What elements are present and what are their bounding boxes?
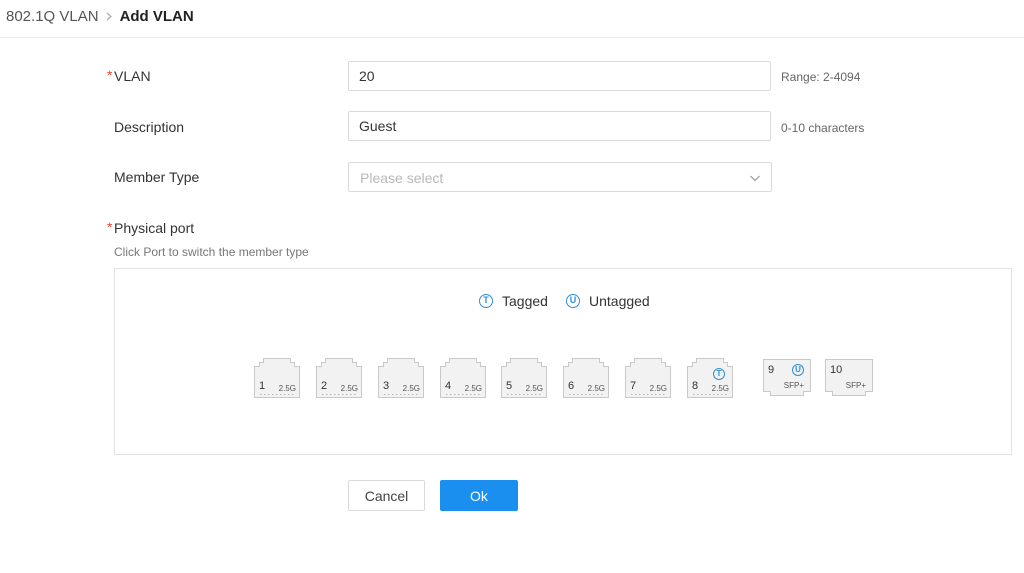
port-speed: SFP+ bbox=[783, 381, 804, 390]
legend-untagged: U Untagged bbox=[566, 293, 650, 309]
cancel-button[interactable]: Cancel bbox=[348, 480, 425, 511]
port-number: 5 bbox=[506, 380, 513, 392]
port-number: 3 bbox=[383, 380, 390, 392]
chevron-down-icon bbox=[749, 171, 761, 189]
member-type-select[interactable]: Please select bbox=[348, 162, 772, 192]
port-number: 4 bbox=[445, 380, 452, 392]
port-speed: 2.5G bbox=[278, 384, 296, 393]
port-number: 10 bbox=[830, 364, 843, 376]
required-mark: * bbox=[107, 67, 113, 83]
port-7[interactable]: 7 2.5G bbox=[625, 358, 671, 398]
page-title: Add VLAN bbox=[119, 7, 194, 25]
port-6[interactable]: 6 2.5G bbox=[563, 358, 609, 398]
port-number: 6 bbox=[568, 380, 575, 392]
physical-port-label: * Physical port bbox=[107, 219, 195, 236]
legend-tagged-label: Tagged bbox=[502, 293, 548, 309]
breadcrumb: 802.1Q VLAN Add VLAN bbox=[6, 5, 194, 27]
chevron-right-icon bbox=[106, 12, 112, 21]
port-speed: 2.5G bbox=[402, 384, 420, 393]
port-4[interactable]: 4 2.5G bbox=[440, 358, 486, 398]
description-length-hint: 0-10 characters bbox=[781, 121, 865, 135]
port-speed: SFP+ bbox=[845, 381, 866, 390]
port-speed: 2.5G bbox=[587, 384, 605, 393]
port-1[interactable]: 1 2.5G bbox=[254, 358, 300, 398]
vlan-label: * VLAN bbox=[107, 67, 151, 84]
port-5[interactable]: 5 2.5G bbox=[501, 358, 547, 398]
member-type-label: Member Type bbox=[114, 169, 200, 185]
port-3[interactable]: 3 2.5G bbox=[378, 358, 424, 398]
legend-untagged-label: Untagged bbox=[589, 293, 650, 309]
description-input[interactable] bbox=[348, 111, 771, 141]
port-number: 7 bbox=[630, 380, 637, 392]
port-speed: 2.5G bbox=[340, 384, 358, 393]
vlan-input[interactable] bbox=[348, 61, 771, 91]
port-number: 2 bbox=[321, 380, 328, 392]
description-label: Description bbox=[114, 119, 185, 135]
untagged-icon: U bbox=[792, 364, 804, 376]
port-speed: 2.5G bbox=[649, 384, 667, 393]
legend-tagged: T Tagged bbox=[479, 293, 548, 309]
required-mark: * bbox=[107, 219, 113, 235]
untagged-icon: U bbox=[566, 294, 580, 308]
port-speed: 2.5G bbox=[525, 384, 543, 393]
port-8[interactable]: T 8 2.5G bbox=[687, 358, 733, 398]
port-number: 1 bbox=[259, 380, 266, 392]
port-2[interactable]: 2 2.5G bbox=[316, 358, 362, 398]
port-speed: 2.5G bbox=[464, 384, 482, 393]
breadcrumb-parent-link[interactable]: 802.1Q VLAN bbox=[6, 8, 99, 25]
port-9[interactable]: 9 U SFP+ bbox=[763, 359, 811, 396]
physical-port-hint: Click Port to switch the member type bbox=[114, 245, 309, 259]
tagged-icon: T bbox=[479, 294, 493, 308]
header-divider bbox=[0, 37, 1024, 38]
port-number: 9 bbox=[768, 364, 775, 376]
vlan-range-hint: Range: 2-4094 bbox=[781, 70, 861, 84]
member-type-placeholder: Please select bbox=[360, 170, 444, 186]
port-speed: 2.5G bbox=[711, 384, 729, 393]
tagged-icon: T bbox=[713, 368, 725, 380]
port-10[interactable]: 10 SFP+ bbox=[825, 359, 873, 396]
ok-button[interactable]: Ok bbox=[440, 480, 518, 511]
port-number: 8 bbox=[692, 380, 699, 392]
